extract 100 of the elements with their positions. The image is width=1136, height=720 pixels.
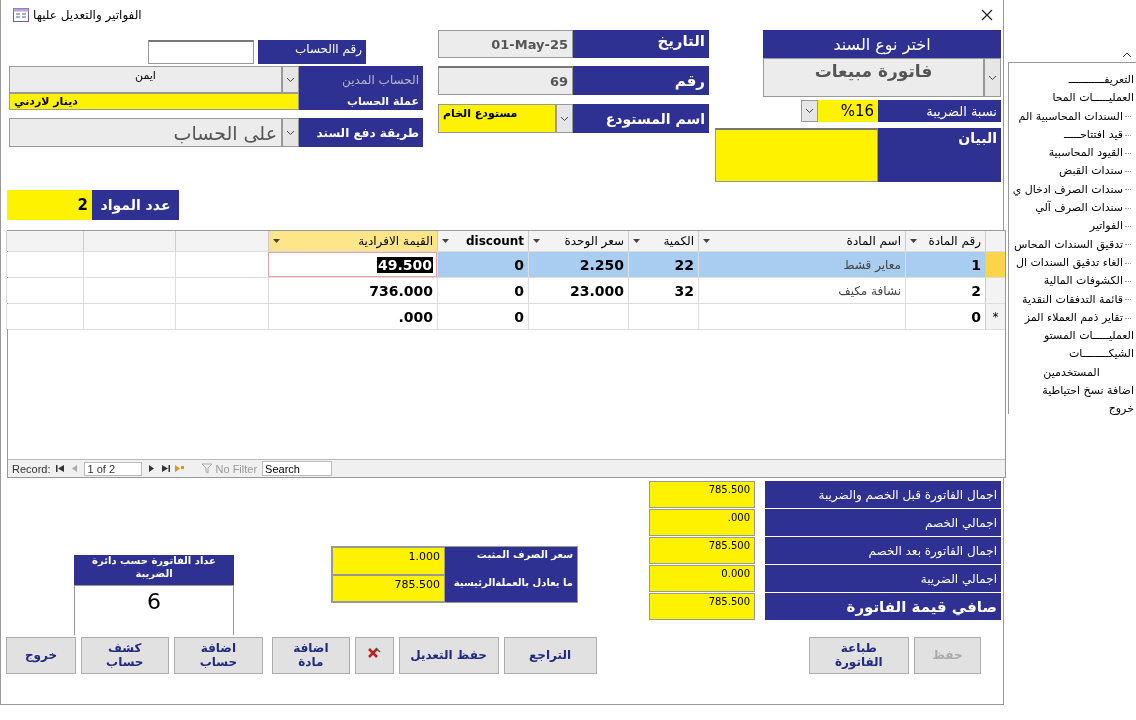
tree-item[interactable]: سندات القبض [1059, 162, 1123, 181]
input-field: 2 [7, 190, 92, 220]
tree-item[interactable]: المستخدمين [1043, 363, 1100, 383]
field-label: ما يعادل بالعملةالرئيسية [445, 574, 577, 602]
table-cell: 49.500 [268, 252, 437, 277]
table-cell: معاير قشط [698, 252, 905, 277]
field-label: نسبة الضريبة [878, 100, 1001, 122]
column-header[interactable]: discount [437, 231, 528, 251]
field-label: اسم المستودع [573, 104, 709, 133]
chevron-down-icon[interactable] [988, 74, 997, 81]
date-field: 01-May-25 [438, 30, 573, 58]
tree-item[interactable]: تدقيق السندات المحاس [1014, 235, 1123, 254]
description-field[interactable] [715, 128, 878, 182]
record-label: Record: [12, 462, 51, 475]
dropdown-caret-icon[interactable] [633, 239, 640, 243]
amount-field: 1.000 [332, 547, 445, 575]
field-label: رقم [573, 66, 709, 95]
search-field[interactable]: Search [262, 461, 333, 476]
counter-field: 6 [74, 585, 234, 635]
dropdown-caret-icon[interactable] [442, 239, 449, 243]
dropdown-caret-icon[interactable] [910, 239, 917, 243]
amount-field: 785.500 [332, 574, 445, 602]
dropdown-field[interactable]: ايمن [9, 66, 282, 93]
collapse-icon[interactable] [1122, 52, 1132, 58]
chevron-down-icon[interactable] [560, 115, 569, 122]
tree-item[interactable]: التعريفـــــــــــ [1068, 71, 1134, 90]
dropdown-field[interactable]: مستودع الخام [438, 104, 556, 133]
form-icon [13, 8, 29, 22]
tree-item[interactable]: اضافة نسخ احتياطية [1042, 382, 1134, 401]
chevron-down-icon[interactable] [286, 76, 295, 83]
tree-item[interactable]: السندات المحاسبية الم [1018, 107, 1123, 126]
tree-item[interactable]: تقاير ذمم العملاء المز [1024, 308, 1123, 328]
dropdown-field[interactable]: %16 [818, 100, 878, 122]
dropdown-field[interactable]: على الحساب [9, 118, 282, 147]
chevron-down-icon[interactable] [286, 129, 295, 136]
tree-item[interactable]: العمليـــــات المستو [1044, 327, 1134, 346]
form-button[interactable]: خروج [6, 636, 76, 674]
delete-button[interactable] [354, 636, 394, 674]
input-field: دينار لاردني [9, 93, 299, 110]
form-button[interactable]: اضافة حساب [173, 636, 264, 674]
record-position-field[interactable]: 1 of 2 [83, 461, 142, 476]
tree-item[interactable]: الكشوفات المالية [1043, 272, 1123, 291]
total-label: اجمالي الخصم [765, 509, 1001, 536]
table-cell: 0 [437, 252, 528, 277]
number-field: 69 [438, 66, 573, 95]
tree-item[interactable]: خروج [1108, 400, 1134, 419]
table-cell: 1 [905, 252, 985, 277]
total-field: 0.000 [649, 565, 755, 592]
form-button[interactable]: اضافة مادة [272, 636, 350, 674]
first-record-icon[interactable] [55, 464, 65, 473]
total-label: اجمال الفاتورة قبل الخصم والضريبة [765, 481, 1001, 508]
field-label: اختر نوع السند [763, 30, 1001, 58]
total-field: .000 [649, 509, 755, 536]
tree-item[interactable]: سندات الصرف آلي [1035, 199, 1123, 218]
column-header[interactable]: الكمية [628, 231, 698, 251]
tree-item[interactable]: قيد افتتاحـــــ [1063, 125, 1123, 145]
field-label: الحساب المدين [299, 66, 423, 93]
column-header[interactable]: سعر الوحدة [528, 231, 628, 251]
close-button[interactable] [979, 7, 995, 23]
dropdown-caret-icon[interactable] [533, 239, 540, 243]
tree-item[interactable]: الفواتير [1089, 217, 1123, 236]
table-cell: 22 [628, 252, 698, 277]
row-selector[interactable]: * [985, 304, 1005, 329]
tree-item[interactable]: العمليـــــات المحا [1052, 89, 1134, 108]
field-label: عدد المواد [92, 190, 179, 220]
field-label: التاريخ [573, 30, 709, 58]
next-record-icon[interactable] [146, 464, 156, 473]
chevron-down-icon[interactable] [805, 108, 814, 114]
field-label: سعر الصرف المثبت [445, 547, 577, 575]
total-field: 785.500 [649, 481, 755, 508]
tree-item[interactable]: سندات الصرف ادخال ي [1012, 180, 1123, 200]
table-cell: 2.250 [528, 252, 628, 277]
form-button[interactable]: حفظ التعديل [398, 636, 499, 674]
total-label: اجمال الفاتورة بعد الخصم [765, 537, 1001, 564]
tree-item[interactable]: الشيكــــــــات [1068, 345, 1134, 364]
column-header[interactable]: القيمة الافرادية [268, 231, 437, 251]
last-record-icon[interactable] [160, 464, 170, 473]
form-button[interactable]: كشف حساب [81, 636, 169, 674]
field-label: عملة الحساب [299, 93, 423, 110]
tree-item[interactable]: قائمة التدفقات النقدية [1022, 290, 1123, 309]
counter-label: عداد الفاتورة حسب دائرة الضريبة [74, 555, 234, 586]
field-label: البيان [878, 128, 1001, 182]
form-button[interactable]: طباعة الفاتورة [808, 636, 909, 674]
column-header[interactable]: رقم المادة [905, 231, 985, 251]
total-field: 785.500 [649, 537, 755, 564]
total-field: 785.500 [649, 593, 755, 620]
input-field[interactable] [148, 40, 254, 64]
tree-item[interactable]: القيود المحاسبية [1048, 144, 1123, 163]
column-header[interactable]: اسم المادة [698, 231, 905, 251]
dropdown-caret-icon[interactable] [273, 239, 280, 243]
form-button[interactable]: التراجع [503, 636, 597, 674]
total-label: صافي قيمة الفاتورة [765, 593, 1001, 620]
tree-item[interactable]: الغاء تدقيق السندات ال [1015, 253, 1123, 273]
dropdown-caret-icon[interactable] [703, 239, 710, 243]
field-label: رقم االحساب [258, 40, 366, 64]
window-title: الفواتير والتعديل عليها [33, 8, 142, 22]
total-label: اجمالي الضريبة [765, 565, 1001, 592]
dropdown-field[interactable]: فاتورة مبيعات [763, 58, 984, 97]
field-label: طريقة دفع السند [299, 118, 423, 147]
delete-record-icon [367, 647, 382, 660]
